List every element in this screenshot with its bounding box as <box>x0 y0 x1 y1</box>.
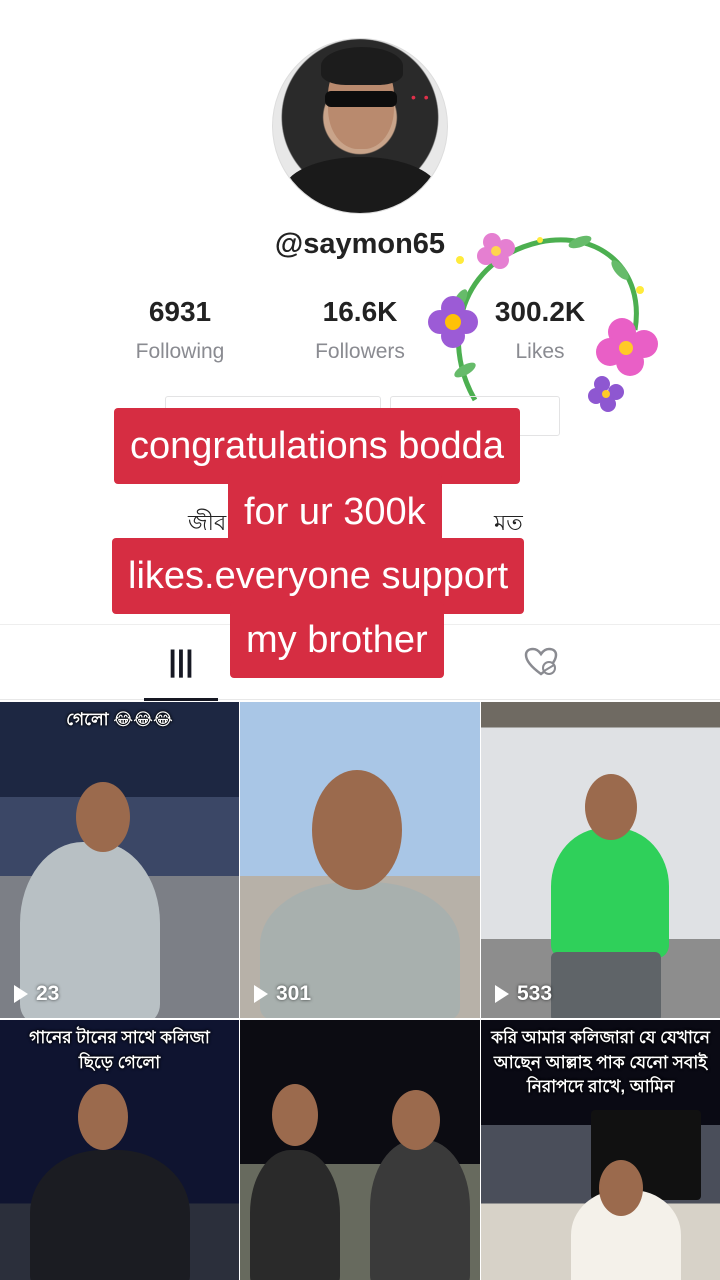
view-count-value: 23 <box>36 982 60 1005</box>
video-thumbnail[interactable] <box>240 1020 480 1280</box>
play-icon <box>495 985 509 1003</box>
stat-likes-label: Likes <box>515 340 565 363</box>
video-thumbnail[interactable]: গেলো 😂😂😂 23 <box>0 702 239 1018</box>
thumbnail-person <box>30 1150 190 1280</box>
stat-following-value: 6931 <box>148 296 212 327</box>
thumbnail-person <box>250 1150 340 1280</box>
thumbnail-pants <box>551 952 661 1018</box>
stat-likes[interactable]: 300.2K Likes <box>450 296 630 364</box>
stat-followers[interactable]: 16.6K Followers <box>270 296 450 364</box>
video-thumbnail[interactable]: করি আমার কলিজারা যে যেখানে আছেন আল্লাহ প… <box>481 1020 720 1280</box>
thumbnail-person <box>370 1140 470 1280</box>
thumbnail-face <box>312 770 402 890</box>
thumbnail-face <box>76 782 130 852</box>
avatar-hair <box>321 47 403 85</box>
stat-followers-label: Followers <box>315 340 405 363</box>
video-caption: গানের টানের সাথে কলিজা ছিড়ে গেলো <box>29 1028 210 1072</box>
thumbnail-face <box>78 1084 128 1150</box>
avatar-decoration: • • <box>411 89 431 105</box>
thumbnail-face <box>585 774 637 840</box>
profile-stats: 6931 Following 16.6K Followers 300.2K Li… <box>90 296 630 364</box>
thumbnail-person <box>551 828 669 958</box>
stat-followers-value: 16.6K <box>322 296 398 327</box>
video-grid: গেলো 😂😂😂 23 301 533 গানের টানের সাথে কলি… <box>0 702 720 1280</box>
view-count-value: 533 <box>517 982 553 1005</box>
overlay-text-line: congratulations bodda <box>114 408 520 484</box>
videos-tab[interactable]: ||| <box>144 625 218 701</box>
play-icon <box>14 985 28 1003</box>
liked-tab[interactable] <box>518 639 564 685</box>
profile-avatar[interactable]: • • <box>272 38 448 214</box>
thumbnail-face <box>599 1160 643 1216</box>
avatar-sunglasses <box>325 91 397 107</box>
play-icon <box>254 985 268 1003</box>
grid-icon: ||| <box>168 645 194 678</box>
profile-username: @saymon65 <box>274 228 446 260</box>
stat-likes-value: 300.2K <box>494 296 586 327</box>
stat-following-label: Following <box>135 340 225 363</box>
view-count: 301 <box>254 982 311 1006</box>
video-caption: গেলো 😂😂😂 <box>66 710 173 729</box>
view-count: 533 <box>495 982 552 1006</box>
overlay-text-line: my brother <box>230 602 444 678</box>
thumbnail-face <box>272 1084 318 1146</box>
avatar-shirt <box>283 157 439 213</box>
view-count-value: 301 <box>276 982 312 1005</box>
view-count: 23 <box>14 982 59 1006</box>
stat-following[interactable]: 6931 Following <box>90 296 270 364</box>
video-thumbnail[interactable]: 301 <box>240 702 480 1018</box>
video-thumbnail[interactable]: গানের টানের সাথে কলিজা ছিড়ে গেলো <box>0 1020 239 1280</box>
video-thumbnail[interactable]: 533 <box>481 702 720 1018</box>
liked-hidden-icon <box>524 647 558 676</box>
thumbnail-face <box>392 1090 440 1150</box>
video-caption: করি আমার কলিজারা যে যেখানে আছেন আল্লাহ প… <box>491 1028 710 1097</box>
